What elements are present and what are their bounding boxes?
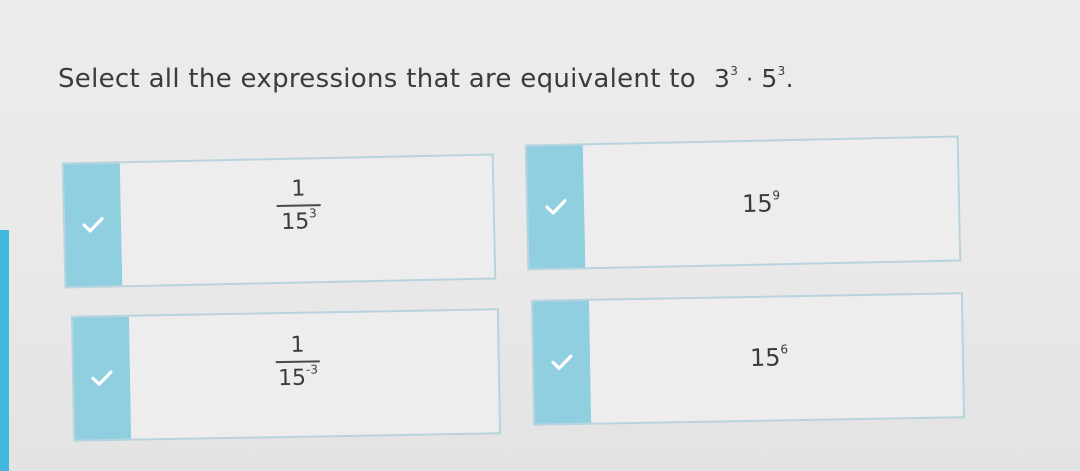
prompt-text: Select all the expressions that are equi…: [58, 64, 696, 94]
answer-choice-a[interactable]: 1 153: [61, 153, 497, 289]
choice-d-exponent: 6: [780, 342, 789, 357]
target-expression: 33 · 53.: [714, 64, 794, 93]
choice-a-exponent: 3: [308, 205, 317, 221]
check-icon: [550, 353, 574, 371]
check-icon: [90, 369, 114, 387]
expression-term-1: 33: [714, 64, 738, 93]
choice-c-denominator: 15-3: [277, 362, 318, 392]
choice-b-checkbox[interactable]: [526, 145, 586, 269]
choice-d-base: 15: [749, 343, 781, 372]
choice-c-numerator: 1: [290, 332, 305, 358]
choice-a-content: 1 153: [120, 156, 494, 286]
choice-c-exponent: -3: [305, 362, 319, 377]
answer-choice-b[interactable]: 159: [524, 135, 962, 271]
expression-exponent-1: 3: [730, 63, 739, 78]
choice-a-numerator: 1: [291, 176, 306, 202]
choice-d-content: 156: [589, 294, 963, 422]
answer-choice-c[interactable]: 1 15-3: [70, 308, 502, 442]
choice-b-base: 15: [741, 189, 773, 219]
expression-base-1: 3: [713, 64, 731, 93]
choice-d-checkbox[interactable]: [532, 300, 592, 424]
expression-term-2: 53: [761, 64, 785, 93]
choice-b-power: 159: [741, 188, 781, 219]
expression-period: .: [785, 64, 794, 93]
choice-a-checkbox[interactable]: [63, 163, 123, 287]
choice-d-power: 156: [749, 342, 789, 372]
choice-c-base: 15: [277, 365, 307, 392]
choice-c-fraction: 1 15-3: [275, 333, 320, 391]
question-prompt: Select all the expressions that are equi…: [58, 64, 1058, 94]
left-edge-accent: [0, 230, 9, 471]
answer-choice-d[interactable]: 156: [530, 292, 966, 426]
choice-c-checkbox[interactable]: [72, 316, 132, 440]
choice-b-exponent: 9: [772, 188, 781, 203]
expression-exponent-2: 3: [777, 63, 786, 78]
expression-base-2: 5: [761, 64, 778, 93]
choice-a-denominator: 153: [280, 206, 317, 235]
choice-a-fraction: 1 153: [276, 176, 321, 235]
check-icon: [81, 216, 105, 234]
check-icon: [544, 198, 568, 216]
multiply-dot: ·: [746, 68, 754, 93]
choice-a-base: 15: [280, 209, 310, 235]
choice-c-content: 1 15-3: [129, 310, 499, 438]
choice-b-content: 159: [583, 138, 959, 268]
